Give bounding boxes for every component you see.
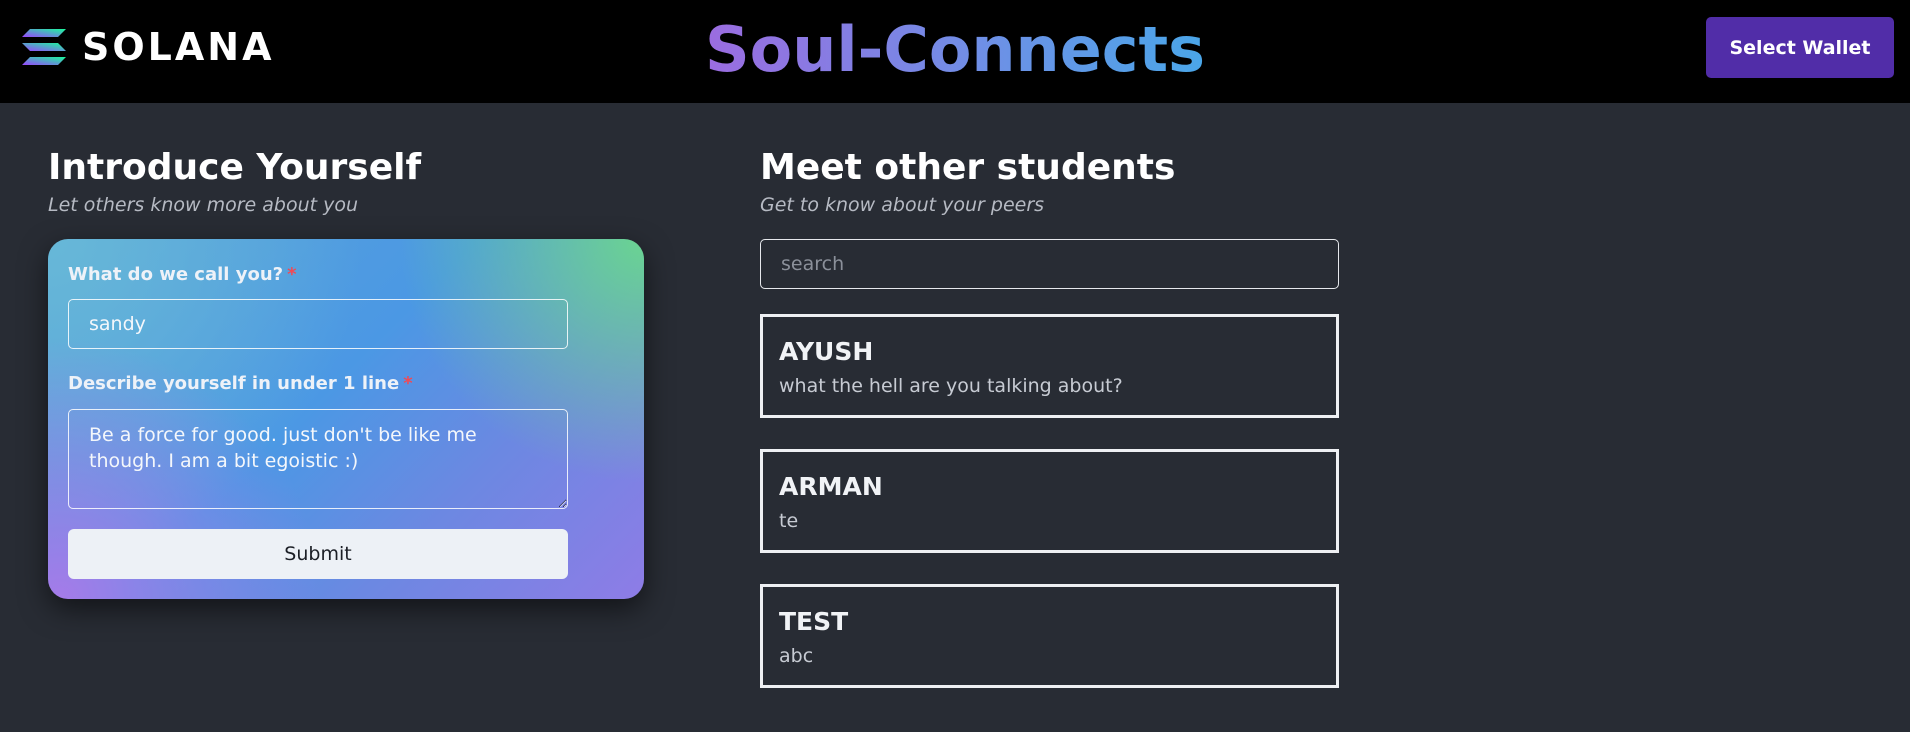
student-bio: abc <box>779 645 814 667</box>
students-heading: Meet other students <box>760 147 1176 188</box>
intro-heading: Introduce Yourself <box>48 147 422 188</box>
bio-field-label: Describe yourself in under 1 line * <box>68 373 413 395</box>
bio-textarea[interactable]: Be a force for good. just don't be like … <box>68 409 568 509</box>
student-card[interactable]: TEST abc <box>760 584 1339 688</box>
bio-label-text: Describe yourself in under 1 line <box>68 373 400 394</box>
students-subheading: Get to know about your peers <box>760 194 1045 216</box>
top-navbar: SOLANA Soul-Connects Select Wallet <box>0 0 1910 103</box>
student-name: AYUSH <box>779 337 874 366</box>
search-input[interactable] <box>760 239 1339 289</box>
app-title: Soul-Connects <box>0 12 1910 88</box>
submit-button[interactable]: Submit <box>68 529 568 579</box>
select-wallet-button[interactable]: Select Wallet <box>1706 17 1894 78</box>
intro-form-card: What do we call you?* Describe yourself … <box>48 239 644 599</box>
intro-subheading: Let others know more about you <box>48 194 359 216</box>
student-bio: te <box>779 510 799 532</box>
student-name: TEST <box>779 607 849 636</box>
name-input[interactable] <box>68 299 568 349</box>
required-marker: * <box>287 264 297 285</box>
student-bio: what the hell are you talking about? <box>779 375 1123 397</box>
student-card[interactable]: ARMAN te <box>760 449 1339 553</box>
student-card[interactable]: AYUSH what the hell are you talking abou… <box>760 314 1339 418</box>
student-name: ARMAN <box>779 472 883 501</box>
name-label-text: What do we call you? <box>68 264 284 285</box>
name-field-label: What do we call you? * <box>68 264 297 286</box>
app-title-text: Soul-Connects <box>704 13 1206 86</box>
required-marker: * <box>403 373 413 394</box>
